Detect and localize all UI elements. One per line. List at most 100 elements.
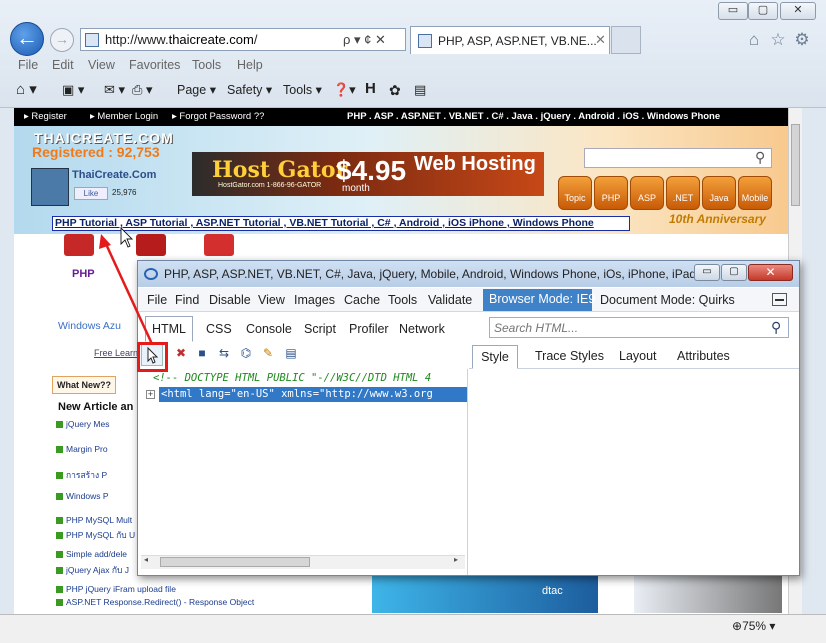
expand-node-icon[interactable]: + — [146, 390, 155, 399]
article-link[interactable]: Margin Pro — [56, 444, 108, 454]
article-link[interactable]: jQuery Ajax กับ J — [56, 563, 129, 577]
note-icon[interactable]: ▤ — [414, 82, 426, 98]
tab-style[interactable]: Style — [472, 345, 518, 369]
tree-scrollbar-thumb[interactable] — [160, 557, 310, 567]
minimize-button[interactable]: ▭ — [718, 2, 748, 20]
doctype-node[interactable]: <!-- DOCTYPE HTML PUBLIC "-//W3C//DTD HT… — [153, 372, 465, 384]
gear-icon[interactable]: ⚙ — [792, 30, 812, 50]
html-search-input[interactable] — [490, 318, 760, 337]
article-link[interactable]: Simple add/dele — [56, 549, 127, 559]
h-toolbar-icon[interactable]: H — [365, 80, 376, 97]
tablet-ad[interactable] — [634, 573, 782, 613]
devtools-menu-images[interactable]: Images — [294, 293, 335, 307]
devtools-maximize-button[interactable]: ▢ — [721, 264, 747, 281]
site-search-input[interactable]: ⚲ — [584, 148, 772, 168]
tutorial-links-text[interactable]: PHP Tutorial , ASP Tutorial , ASP.NET Tu… — [55, 217, 594, 229]
search-icon[interactable]: ⚲ — [755, 149, 765, 166]
aspnet-category-icon[interactable] — [204, 234, 234, 256]
zoom-level[interactable]: ⊕75% ▾ — [732, 619, 775, 633]
save-icon[interactable]: ■ — [195, 347, 209, 361]
menu-help[interactable]: Help — [237, 58, 263, 72]
tab-css[interactable]: CSS — [206, 322, 232, 336]
facebook-like-button[interactable]: Like — [74, 187, 108, 200]
html-node[interactable]: <html lang="en-US" xmlns="http://www.w3.… — [159, 387, 467, 402]
facebook-page-thumbnail[interactable] — [31, 168, 69, 206]
menu-edit[interactable]: Edit — [52, 58, 74, 72]
address-url[interactable]: http://www.thaicreate.com/ — [105, 32, 257, 47]
html-search-box[interactable]: ⚲ — [489, 317, 789, 338]
asp-category-icon[interactable] — [136, 234, 166, 256]
tab-close-icon[interactable]: ✕ — [595, 32, 606, 48]
page-scrollbar-thumb[interactable] — [791, 124, 800, 206]
category-asp[interactable]: ASP — [630, 176, 664, 210]
devtools-menu-tools[interactable]: Tools — [388, 293, 417, 307]
forward-button[interactable]: → — [50, 28, 74, 52]
browser-tab[interactable]: PHP, ASP, ASP.NET, VB.NE... ✕ — [410, 26, 610, 54]
tools-menu[interactable]: Tools ▾ — [283, 82, 322, 97]
devtools-minimize-button[interactable]: ▭ — [694, 264, 720, 281]
article-link[interactable]: jQuery Mes — [56, 419, 109, 429]
whats-new-tab[interactable]: What New?? — [52, 376, 116, 394]
word-wrap-icon[interactable]: ▤ — [284, 347, 298, 361]
menu-view[interactable]: View — [88, 58, 115, 72]
hostgator-banner-ad[interactable]: Host Gator $4.95 Web Hosting HostGator.c… — [192, 152, 544, 196]
dom-tree-icon[interactable]: ⌬ — [239, 347, 253, 361]
help-icon[interactable]: ❓▾ — [333, 82, 356, 98]
devtools-menu-file[interactable]: File — [147, 293, 167, 307]
mail-icon[interactable]: ✉ ▾ — [104, 82, 125, 98]
scroll-right-icon[interactable]: ▸ — [454, 555, 458, 564]
tab-layout[interactable]: Layout — [619, 349, 657, 363]
clear-highlight-icon[interactable]: ✖ — [174, 347, 188, 361]
dock-icon[interactable] — [772, 293, 787, 306]
devtools-close-button[interactable]: ✕ — [748, 264, 793, 281]
article-link[interactable]: การสร้าง P — [56, 468, 107, 482]
forgot-password-link[interactable]: ▸ Forgot Password ?? — [172, 111, 264, 122]
devtools-menu-disable[interactable]: Disable — [209, 293, 251, 307]
category-mobile[interactable]: Mobile — [738, 176, 772, 210]
php-label[interactable]: PHP — [72, 268, 95, 280]
devtools-menu-view[interactable]: View — [258, 293, 285, 307]
menu-favorites[interactable]: Favorites — [129, 58, 180, 72]
edit-icon[interactable]: ✎ — [261, 347, 275, 361]
devtools-titlebar[interactable]: PHP, ASP, ASP.NET, VB.NET, C#, Java, jQu… — [138, 261, 799, 287]
print-icon[interactable]: ⎙ ▾ — [132, 82, 153, 98]
member-login-link[interactable]: ▸ Member Login — [90, 111, 158, 122]
tab-network[interactable]: Network — [399, 322, 445, 336]
article-link[interactable]: PHP MySQL กับ U — [56, 528, 135, 542]
article-link[interactable]: PHP jQuery iFram upload file — [56, 584, 176, 594]
maximize-button[interactable]: ▢ — [748, 2, 778, 20]
favorites-star-icon[interactable]: ☆ — [768, 30, 788, 50]
article-link[interactable]: ASP.NET Response.Redirect() - Response O… — [56, 597, 254, 607]
tab-profiler[interactable]: Profiler — [349, 322, 389, 336]
search-icon[interactable]: ⚲ — [771, 319, 781, 336]
tab-attributes[interactable]: Attributes — [677, 349, 730, 363]
tab-trace-styles[interactable]: Trace Styles — [535, 349, 604, 363]
address-actions[interactable]: ρ ▾ ¢ ✕ — [343, 32, 386, 48]
tab-html[interactable]: HTML — [145, 316, 193, 342]
category-topic[interactable]: Topic — [558, 176, 592, 210]
article-link[interactable]: Windows P — [56, 491, 109, 501]
safety-menu[interactable]: Safety ▾ — [227, 82, 272, 97]
category-php[interactable]: PHP — [594, 176, 628, 210]
category-dotnet[interactable]: .NET — [666, 176, 700, 210]
devtools-menu-validate[interactable]: Validate — [428, 293, 472, 307]
home-dropdown-icon[interactable]: ⌂ ▾ — [16, 80, 37, 98]
facebook-page-name[interactable]: ThaiCreate.Com — [72, 169, 156, 181]
free-learn-link[interactable]: Free Learn — [94, 348, 138, 358]
scroll-left-icon[interactable]: ◂ — [144, 555, 148, 564]
category-java[interactable]: Java — [702, 176, 736, 210]
article-link[interactable]: PHP MySQL Mult — [56, 515, 132, 525]
menu-file[interactable]: File — [18, 58, 38, 72]
windows-azure-link[interactable]: Windows Azu — [58, 320, 121, 332]
refresh-icon[interactable]: ⇆ — [217, 347, 231, 361]
feeds-icon[interactable]: ▣ ▾ — [62, 82, 84, 98]
document-mode-selector[interactable]: Document Mode: Quirks — [600, 293, 735, 307]
menu-tools[interactable]: Tools — [192, 58, 221, 72]
devtools-menu-find[interactable]: Find — [175, 293, 199, 307]
back-button[interactable]: ← — [10, 22, 44, 56]
tab-script[interactable]: Script — [304, 322, 336, 336]
top-nav-links[interactable]: PHP . ASP . ASP.NET . VB.NET . C# . Java… — [347, 111, 720, 122]
page-menu[interactable]: Page ▾ — [177, 82, 216, 97]
tab-console[interactable]: Console — [246, 322, 292, 336]
close-window-button[interactable]: ✕ — [780, 2, 816, 20]
